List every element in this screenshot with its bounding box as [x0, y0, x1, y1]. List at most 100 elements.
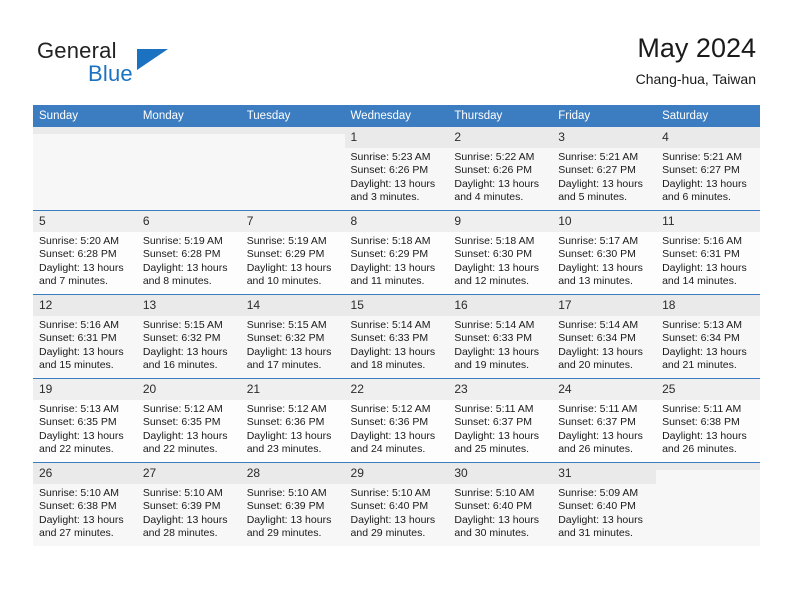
- sunrise-text: Sunrise: 5:21 AM: [662, 151, 743, 163]
- calendar-day-cell-empty: [240, 127, 345, 211]
- sunset-text: Sunset: 6:35 PM: [142, 416, 221, 429]
- calendar-day-cell-empty: [33, 127, 137, 211]
- calendar-day-cell[interactable]: 21 Sunrise: 5:12 AM Sunset: 6:36 PM Dayligh…: [240, 378, 345, 463]
- daylight-text-line1: Daylight: 13 hours: [558, 261, 643, 274]
- calendar-day-cell[interactable]: 12 Sunrise: 5:16 AM Sunset: 6:31 PM Dayligh…: [33, 294, 137, 379]
- calendar-day-cell[interactable]: 2 Sunrise: 5:22 AM Sunset: 6:26 PM Daylight…: [448, 127, 553, 211]
- calendar-page: General Blue May 2024 Chang-hua, Taiwan …: [0, 0, 792, 612]
- calendar-day-cell[interactable]: 31 Sunrise: 5:09 AM Sunset: 6:40 PM Dayligh…: [552, 462, 657, 546]
- sunrise-text: Sunrise: 5:15 AM: [246, 319, 327, 331]
- calendar-header-row-group: Sunday Monday Tuesday Wednesday Thursday…: [33, 105, 760, 127]
- day-number: 17: [552, 295, 657, 316]
- calendar-day-cell[interactable]: 4 Sunrise: 5:21 AM Sunset: 6:27 PM Daylight…: [656, 127, 760, 211]
- calendar-day-cell[interactable]: 23 Sunrise: 5:11 AM Sunset: 6:37 PM Dayligh…: [448, 378, 553, 463]
- day-number: [656, 463, 760, 470]
- calendar-week-row: 1 Sunrise: 5:23 AM Sunset: 6:26 PM Daylight…: [33, 127, 760, 211]
- calendar-day-cell[interactable]: 13 Sunrise: 5:15 AM Sunset: 6:32 PM Dayligh…: [136, 294, 241, 379]
- daylight-text-line2: and 21 minutes.: [662, 358, 737, 371]
- sunrise-text: Sunrise: 5:21 AM: [558, 151, 639, 163]
- calendar-day-cell[interactable]: 3 Sunrise: 5:21 AM Sunset: 6:27 PM Daylight…: [552, 127, 657, 211]
- day-details: Sunrise: 5:10 AM Sunset: 6:38 PM Daylight:…: [33, 484, 137, 540]
- sunset-text: Sunset: 6:26 PM: [454, 164, 533, 177]
- daylight-text-line1: Daylight: 13 hours: [350, 261, 436, 274]
- sunrise-text: Sunrise: 5:13 AM: [39, 403, 119, 415]
- sunset-text: Sunset: 6:36 PM: [350, 416, 429, 429]
- day-details: Sunrise: 5:20 AM Sunset: 6:28 PM Daylight:…: [33, 232, 137, 288]
- day-details: Sunrise: 5:10 AM Sunset: 6:40 PM Daylight:…: [345, 484, 449, 540]
- daylight-text-line2: and 5 minutes.: [558, 190, 628, 203]
- calendar-day-cell[interactable]: 9 Sunrise: 5:18 AM Sunset: 6:30 PM Daylight…: [448, 210, 553, 295]
- calendar-day-cell[interactable]: 15 Sunrise: 5:14 AM Sunset: 6:33 PM Dayligh…: [344, 294, 449, 379]
- day-details: Sunrise: 5:11 AM Sunset: 6:37 PM Daylight:…: [448, 400, 552, 456]
- daylight-text-line1: Daylight: 13 hours: [246, 261, 332, 274]
- calendar-day-cell[interactable]: 18 Sunrise: 5:13 AM Sunset: 6:34 PM Dayligh…: [656, 294, 760, 379]
- calendar-day-cell[interactable]: 11 Sunrise: 5:16 AM Sunset: 6:31 PM Dayligh…: [656, 210, 760, 295]
- calendar-day-cell[interactable]: 29 Sunrise: 5:10 AM Sunset: 6:40 PM Dayligh…: [344, 462, 449, 546]
- day-number: 29: [344, 463, 449, 484]
- sunset-text: Sunset: 6:30 PM: [558, 248, 636, 261]
- calendar-day-cell[interactable]: 14 Sunrise: 5:15 AM Sunset: 6:32 PM Dayligh…: [240, 294, 345, 379]
- sunset-text: Sunset: 6:33 PM: [454, 332, 533, 345]
- sunset-text: Sunset: 6:37 PM: [454, 416, 533, 429]
- calendar-day-cell[interactable]: 24 Sunrise: 5:11 AM Sunset: 6:37 PM Dayligh…: [552, 378, 657, 463]
- title-block: May 2024 Chang-hua, Taiwan: [636, 32, 756, 88]
- calendar-day-cell[interactable]: 22 Sunrise: 5:12 AM Sunset: 6:36 PM Dayligh…: [344, 378, 449, 463]
- day-number: 9: [448, 211, 553, 232]
- calendar-day-cell[interactable]: 20 Sunrise: 5:12 AM Sunset: 6:35 PM Dayligh…: [136, 378, 241, 463]
- calendar-day-cell[interactable]: 8 Sunrise: 5:18 AM Sunset: 6:29 PM Daylight…: [344, 210, 449, 295]
- sunrise-sunset-calendar-table: Sunday Monday Tuesday Wednesday Thursday…: [33, 105, 760, 546]
- sunset-text: Sunset: 6:30 PM: [454, 248, 533, 261]
- daylight-text-line2: and 16 minutes.: [142, 358, 218, 371]
- calendar-day-cell[interactable]: 16 Sunrise: 5:14 AM Sunset: 6:33 PM Dayligh…: [448, 294, 553, 379]
- calendar-day-cell[interactable]: 5 Sunrise: 5:20 AM Sunset: 6:28 PM Daylight…: [33, 210, 137, 295]
- daylight-text-line2: and 31 minutes.: [558, 526, 633, 539]
- sunrise-text: Sunrise: 5:13 AM: [662, 319, 743, 331]
- weekday-header-saturday: Saturday: [656, 105, 760, 127]
- calendar-day-cell[interactable]: 6 Sunrise: 5:19 AM Sunset: 6:28 PM Daylight…: [136, 210, 241, 295]
- sunrise-text: Sunrise: 5:16 AM: [662, 235, 743, 247]
- daylight-text-line2: and 3 minutes.: [350, 190, 420, 203]
- calendar-day-cell[interactable]: 27 Sunrise: 5:10 AM Sunset: 6:39 PM Dayligh…: [136, 462, 241, 546]
- day-details: Sunrise: 5:22 AM Sunset: 6:26 PM Daylight:…: [448, 148, 552, 204]
- day-number: 18: [656, 295, 760, 316]
- day-number: 3: [552, 127, 657, 148]
- daylight-text-line1: Daylight: 13 hours: [662, 345, 747, 358]
- day-details: Sunrise: 5:10 AM Sunset: 6:39 PM Daylight:…: [241, 484, 345, 540]
- day-number: 15: [344, 295, 449, 316]
- calendar-week-row: 26 Sunrise: 5:10 AM Sunset: 6:38 PM Dayligh…: [33, 462, 760, 546]
- calendar-day-cell[interactable]: 19 Sunrise: 5:13 AM Sunset: 6:35 PM Dayligh…: [33, 378, 137, 463]
- daylight-text-line2: and 24 minutes.: [350, 442, 426, 455]
- calendar-body: 1 Sunrise: 5:23 AM Sunset: 6:26 PM Daylight…: [33, 127, 760, 546]
- weekday-header-sunday: Sunday: [33, 105, 137, 127]
- daylight-text-line2: and 30 minutes.: [454, 526, 530, 539]
- calendar-day-cell[interactable]: 30 Sunrise: 5:10 AM Sunset: 6:40 PM Dayligh…: [448, 462, 553, 546]
- daylight-text-line2: and 18 minutes.: [350, 358, 426, 371]
- general-blue-logo[interactable]: General Blue: [37, 38, 237, 90]
- page-subtitle-location: Chang-hua, Taiwan: [635, 71, 756, 87]
- daylight-text-line1: Daylight: 13 hours: [558, 345, 643, 358]
- daylight-text-line2: and 29 minutes.: [350, 526, 426, 539]
- calendar-day-cell[interactable]: 26 Sunrise: 5:10 AM Sunset: 6:38 PM Dayligh…: [33, 462, 137, 546]
- calendar-day-cell[interactable]: 7 Sunrise: 5:19 AM Sunset: 6:29 PM Daylight…: [240, 210, 345, 295]
- weekday-header-tuesday: Tuesday: [240, 105, 345, 127]
- calendar-day-cell[interactable]: 28 Sunrise: 5:10 AM Sunset: 6:39 PM Dayligh…: [240, 462, 345, 546]
- daylight-text-line1: Daylight: 13 hours: [39, 261, 124, 274]
- sunrise-text: Sunrise: 5:14 AM: [350, 319, 431, 331]
- sunset-text: Sunset: 6:36 PM: [246, 416, 325, 429]
- sunset-text: Sunset: 6:35 PM: [39, 416, 117, 429]
- day-details: Sunrise: 5:09 AM Sunset: 6:40 PM Daylight:…: [552, 484, 656, 540]
- daylight-text-line1: Daylight: 13 hours: [39, 513, 124, 526]
- logo-text-blue: Blue: [88, 61, 133, 86]
- calendar-day-cell[interactable]: 17 Sunrise: 5:14 AM Sunset: 6:34 PM Dayligh…: [552, 294, 657, 379]
- day-number: 27: [136, 463, 241, 484]
- daylight-text-line1: Daylight: 13 hours: [142, 513, 228, 526]
- calendar-day-cell[interactable]: 25 Sunrise: 5:11 AM Sunset: 6:38 PM Dayligh…: [656, 378, 760, 463]
- calendar-day-cell[interactable]: 1 Sunrise: 5:23 AM Sunset: 6:26 PM Daylight…: [344, 127, 449, 211]
- day-details: Sunrise: 5:13 AM Sunset: 6:35 PM Daylight:…: [33, 400, 137, 456]
- day-number: 2: [448, 127, 553, 148]
- calendar-day-cell[interactable]: 10 Sunrise: 5:17 AM Sunset: 6:30 PM Dayligh…: [552, 210, 657, 295]
- sunrise-text: Sunrise: 5:12 AM: [246, 403, 327, 415]
- day-details: Sunrise: 5:23 AM Sunset: 6:26 PM Daylight:…: [345, 148, 449, 204]
- daylight-text-line2: and 8 minutes.: [142, 274, 212, 287]
- page-title: May 2024: [637, 33, 756, 63]
